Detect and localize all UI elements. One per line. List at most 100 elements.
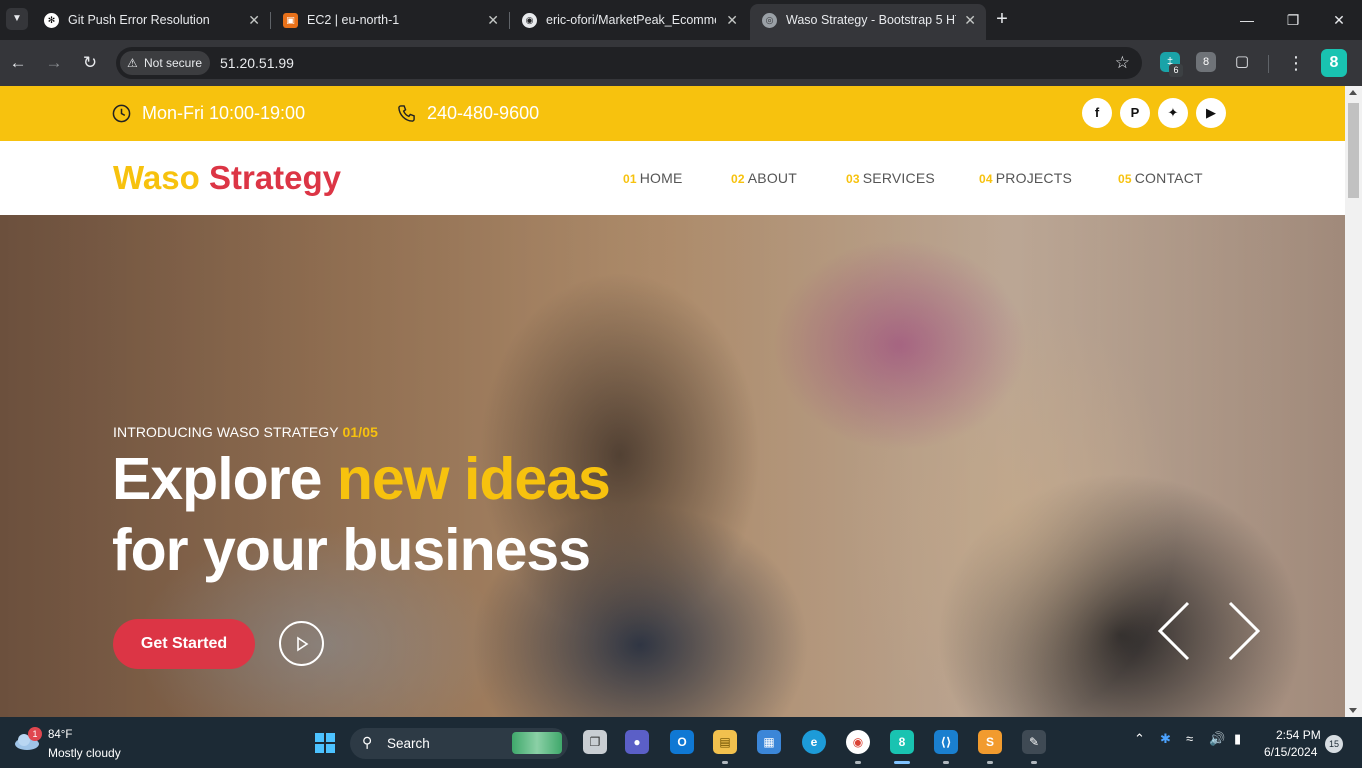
nav-about[interactable]: 02 ABOUT	[731, 141, 797, 216]
chatgpt-icon: ✻	[44, 13, 59, 28]
close-icon[interactable]: ✕	[726, 4, 738, 36]
microsoft-store-icon[interactable]: ▦	[757, 730, 781, 754]
bookmark-star-icon[interactable]: ☆	[1115, 51, 1130, 75]
outlook-icon[interactable]: O	[670, 730, 694, 754]
notification-badge[interactable]: 15	[1325, 735, 1343, 753]
windows-taskbar: 1 84°F Mostly cloudy ⚲ Search ❐ ● O ▤ ▦ …	[0, 717, 1362, 768]
phone-info[interactable]: 240-480-9600	[397, 86, 539, 141]
site-logo[interactable]: Waso Strategy	[113, 141, 341, 215]
forward-button[interactable]: →	[42, 51, 66, 75]
bluetooth-icon[interactable]: ✱	[1160, 731, 1171, 747]
page-viewport: Mon-Fri 10:00-19:00 240-480-9600 f P ✦ ▶…	[0, 86, 1345, 717]
warning-icon: ⚠	[127, 56, 138, 70]
tab-search-button[interactable]: ▼	[6, 8, 28, 30]
tab-waso-strategy[interactable]: ◎ Waso Strategy - Bootstrap 5 HT ✕	[750, 4, 986, 40]
phone-icon	[398, 105, 415, 122]
hours-info: Mon-Fri 10:00-19:00	[112, 86, 305, 141]
aws-icon: ▣	[283, 13, 298, 28]
restore-button[interactable]: ❐	[1278, 6, 1308, 34]
carousel-prev-arrow[interactable]	[1156, 601, 1192, 661]
site-topbar: Mon-Fri 10:00-19:00 240-480-9600 f P ✦ ▶	[0, 86, 1345, 141]
weather-alert-badge: 1	[28, 727, 42, 741]
hero-overline: INTRODUCING WASO STRATEGY 01/05	[113, 424, 378, 440]
tab-title: eric-ofori/MarketPeak_Ecomme	[546, 13, 716, 27]
back-button[interactable]: ←	[6, 51, 30, 75]
extension-badge: 6	[1169, 64, 1183, 77]
security-indicator[interactable]: ⚠ Not secure	[120, 51, 211, 75]
page-scrollbar[interactable]	[1345, 86, 1362, 717]
browser-toolbar: ← → ↻ ⚠ Not secure 51.20.51.99 ☆ ‡ 8 ▢ ⋮…	[0, 40, 1362, 86]
chrome-icon[interactable]: ◉	[846, 730, 870, 754]
task-view-icon[interactable]: ❐	[583, 730, 607, 754]
puzzle-icon[interactable]: ▢	[1232, 52, 1252, 72]
nav-label: ABOUT	[747, 170, 797, 186]
battery-icon[interactable]: ▮	[1234, 731, 1241, 747]
youtube-icon[interactable]: ▶	[1196, 98, 1226, 128]
tray-overflow-icon[interactable]: ⌃	[1134, 731, 1145, 747]
file-explorer-icon[interactable]: ▤	[713, 730, 737, 754]
nav-services[interactable]: 03 SERVICES	[846, 141, 935, 216]
toolbar-divider	[1268, 55, 1269, 73]
volume-icon[interactable]: 🔊	[1209, 731, 1225, 747]
facebook-icon[interactable]: f	[1082, 98, 1112, 128]
tab-github[interactable]: ◉ eric-ofori/MarketPeak_Ecomme ✕	[510, 4, 748, 40]
brand-second: Strategy	[208, 159, 342, 196]
site-navbar: Waso Strategy 01 HOME 02 ABOUT 03 SERVICES …	[0, 141, 1345, 215]
pinterest-icon[interactable]: P	[1120, 98, 1150, 128]
active-indicator	[894, 761, 910, 764]
scroll-down-arrow[interactable]	[1349, 708, 1357, 713]
menu-icon[interactable]: ⋮	[1286, 51, 1306, 75]
clock-date[interactable]: 6/15/2024	[1264, 745, 1317, 759]
url-text[interactable]: 51.20.51.99	[220, 47, 294, 79]
search-label: Search	[387, 736, 430, 751]
snipping-tool-icon[interactable]: ✎	[1022, 730, 1046, 754]
running-indicator	[855, 761, 861, 764]
twitter-icon[interactable]: ✦	[1158, 98, 1188, 128]
tab-title: Git Push Error Resolution	[68, 13, 210, 27]
nav-projects[interactable]: 04 PROJECTS	[979, 141, 1072, 216]
extension-icon[interactable]: 8	[1196, 52, 1216, 72]
nav-number: 03	[846, 172, 860, 186]
running-indicator	[1031, 761, 1037, 764]
wifi-icon[interactable]: ≈	[1186, 731, 1193, 746]
nav-number: 04	[979, 172, 993, 186]
tab-ec2[interactable]: ▣ EC2 | eu-north-1 ✕	[271, 4, 509, 40]
tab-git-push-error[interactable]: ✻ Git Push Error Resolution ✕	[32, 4, 270, 40]
security-label: Not secure	[144, 56, 203, 70]
carousel-next-arrow[interactable]	[1226, 601, 1262, 661]
profile-avatar[interactable]: 8	[1321, 49, 1347, 77]
running-indicator	[987, 761, 993, 764]
reload-button[interactable]: ↻	[78, 51, 102, 75]
hero-title-line2: for your business	[112, 517, 591, 583]
chrome-profile-icon[interactable]: 8	[890, 730, 914, 754]
get-started-button[interactable]: Get Started	[113, 619, 255, 669]
play-video-button[interactable]	[279, 621, 324, 666]
close-icon[interactable]: ✕	[248, 4, 260, 36]
new-tab-button[interactable]: +	[992, 8, 1012, 30]
brand-first: Waso	[113, 159, 200, 196]
nav-home[interactable]: 01 HOME	[623, 141, 683, 216]
tab-strip: ▼ ✻ Git Push Error Resolution ✕ ▣ EC2 | …	[0, 0, 1362, 40]
play-icon	[297, 636, 309, 652]
teams-chat-icon[interactable]: ●	[625, 730, 649, 754]
sublime-text-icon[interactable]: S	[978, 730, 1002, 754]
search-highlight-image	[512, 732, 562, 754]
hero-carousel: INTRODUCING WASO STRATEGY 01/05 Explore …	[0, 215, 1345, 717]
taskbar-search[interactable]: ⚲ Search	[350, 728, 568, 759]
github-icon: ◉	[522, 13, 537, 28]
clock-time[interactable]: 2:54 PM	[1276, 728, 1321, 742]
scroll-up-arrow[interactable]	[1349, 90, 1357, 95]
hero-title-accent: new ideas	[336, 446, 611, 512]
close-icon[interactable]: ✕	[487, 4, 499, 36]
windows-start-button[interactable]	[315, 733, 335, 753]
hero-title-part1: Explore	[112, 446, 337, 512]
close-icon[interactable]: ✕	[964, 4, 976, 36]
close-window-button[interactable]: ✕	[1324, 6, 1354, 34]
address-bar[interactable]: ⚠ Not secure 51.20.51.99 ☆	[116, 47, 1142, 79]
nav-contact[interactable]: 05 CONTACT	[1118, 141, 1203, 216]
scroll-thumb[interactable]	[1348, 103, 1359, 198]
vscode-icon[interactable]: ⟨⟩	[934, 730, 958, 754]
edge-icon[interactable]: e	[802, 730, 826, 754]
minimize-button[interactable]: —	[1232, 6, 1262, 34]
nav-label: HOME	[639, 170, 683, 186]
